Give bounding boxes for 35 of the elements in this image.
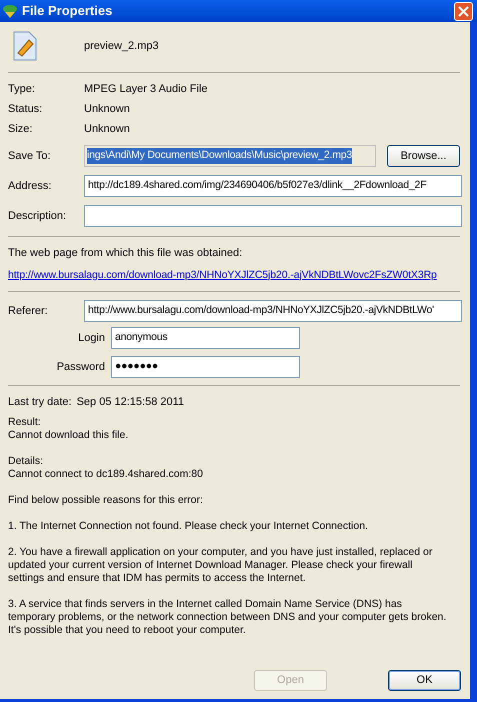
window-title: File Properties bbox=[22, 2, 112, 20]
browse-button[interactable]: Browse... bbox=[387, 145, 460, 167]
message-text: 2. You have a firewall application on your computer, and you have just installed, replaced or updated your current version of Internet Download Manager. Please check your firewall settings and ensure that IDM has permits to access the Internet. bbox=[8, 546, 434, 585]
property-value: Unknown bbox=[84, 122, 130, 137]
close-icon bbox=[458, 6, 469, 16]
property-value: Unknown bbox=[84, 102, 130, 117]
audio-file-icon bbox=[12, 31, 38, 61]
password-field[interactable]: ●●●●●●● bbox=[111, 356, 300, 378]
field-label: Save To: bbox=[8, 148, 52, 164]
referer-field[interactable]: http://www.bursalagu.com/download-mp3/NHNoYXJlZC5jb20.-ajVkNDBtLWo' bbox=[84, 300, 462, 322]
last-try-date: Sep 05 12:15:58 2011 bbox=[76, 395, 184, 410]
field-label: Login bbox=[77, 331, 106, 346]
address-field[interactable]: http://dc189.4shared.com/img/234690406/b5f027e3/dlink__2Fdownload_2F bbox=[84, 175, 462, 197]
field-label: Password bbox=[56, 360, 106, 375]
field-label: Referer: bbox=[8, 304, 49, 319]
message-text: 1. The Internet Connection not found. Please check your Internet Connection. bbox=[8, 520, 369, 533]
message-text: Details: Cannot connect to dc189.4shared.com:80 bbox=[8, 454, 204, 481]
message-text: Result: Cannot download this file. bbox=[8, 416, 130, 442]
save-to-field[interactable]: ings\Andi\My Documents\Downloads\Music\preview_2.mp3 bbox=[84, 145, 376, 167]
close-button[interactable] bbox=[454, 2, 473, 20]
login-field[interactable]: anonymous bbox=[111, 327, 300, 350]
property-label: Type: bbox=[8, 82, 36, 97]
last-try-label: Last try date: bbox=[8, 395, 72, 410]
message-text: Find below possible reasons for this error: bbox=[8, 494, 204, 507]
description-field[interactable] bbox=[84, 205, 462, 227]
message-text: 3. A service that finds servers in the Internet called Domain Name Service (DNS) has temporary problems, or the network connection between DNS and your computer gets broken. It's possible that you need to reboot your computer. bbox=[8, 598, 448, 637]
property-value: MPEG Layer 3 Audio File bbox=[84, 82, 208, 97]
file-name: preview_2.mp3 bbox=[84, 38, 159, 54]
field-label: Description: bbox=[8, 208, 68, 224]
source-link[interactable]: http://www.bursalagu.com/download-mp3/NHNoYXJlZC5jb20.-ajVkNDBtLWovc2FsZW0tX3Rp bbox=[8, 268, 462, 284]
property-label: Status: bbox=[8, 102, 44, 117]
field-label: Address: bbox=[8, 178, 52, 194]
source-text: The web page from which this file was obtained: bbox=[8, 246, 244, 261]
dialog-button[interactable]: OK bbox=[388, 670, 461, 691]
property-label: Size: bbox=[8, 122, 34, 137]
